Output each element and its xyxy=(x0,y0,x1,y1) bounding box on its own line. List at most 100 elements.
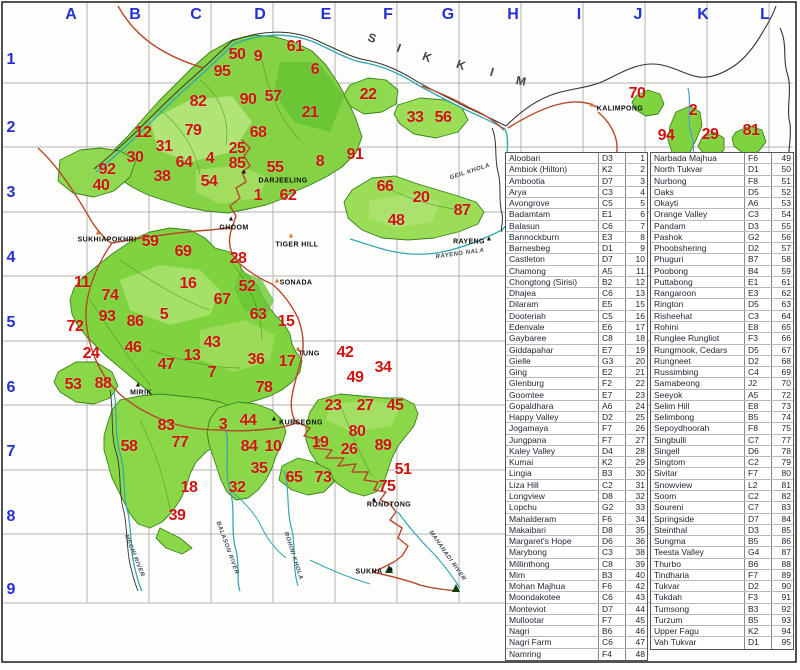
estate-name: Barnesbeg xyxy=(506,243,599,253)
estate-name: Lingia xyxy=(506,468,599,478)
estate-number-ref: 38 xyxy=(626,547,647,557)
estate-grid-ref: E7 xyxy=(599,345,626,355)
estate-name: Ambiok (Hilton) xyxy=(506,164,599,174)
estate-number-ref: 75 xyxy=(772,423,793,433)
estate-grid-ref: D2 xyxy=(745,243,772,253)
estate-name: Rungneet xyxy=(651,356,745,366)
estate-name: Tukdah xyxy=(651,592,745,602)
estate-grid-ref: E5 xyxy=(599,299,626,309)
estate-name: Makaibari xyxy=(506,525,599,535)
estate-name: Dilaram xyxy=(506,299,599,309)
estate-grid-ref: K2 xyxy=(745,626,772,636)
legend-row: Upper FaguK294 xyxy=(651,626,793,637)
estate-number-ref: 53 xyxy=(772,198,793,208)
estate-grid-ref: F8 xyxy=(745,176,772,186)
legend-row: BadamtamE16 xyxy=(506,209,647,220)
estate-number-ref: 39 xyxy=(626,559,647,569)
legend-row: BarnesbegD19 xyxy=(506,243,647,254)
estate-grid-ref: D8 xyxy=(599,491,626,501)
estate-name: Phoobshering xyxy=(651,243,745,253)
estate-name: Longview xyxy=(506,491,599,501)
estate-grid-ref: A6 xyxy=(745,198,772,208)
estate-grid-ref: C6 xyxy=(599,221,626,231)
estate-name: Seeyok xyxy=(651,390,745,400)
estate-grid-ref: F3 xyxy=(745,333,772,343)
estate-number-ref: 18 xyxy=(626,333,647,343)
estate-name: Jungpana xyxy=(506,435,599,445)
legend-row: DhajeaC613 xyxy=(506,288,647,299)
estate-grid-ref: J2 xyxy=(745,378,772,388)
estate-name: Edenvale xyxy=(506,322,599,332)
estate-number-ref: 69 xyxy=(772,367,793,377)
estate-name: Aloobari xyxy=(506,153,599,163)
legend-row: SamabeongJ270 xyxy=(651,378,793,389)
estate-grid-ref: B3 xyxy=(599,570,626,580)
estate-name: Giddapahar xyxy=(506,345,599,355)
estate-grid-ref: G4 xyxy=(745,547,772,557)
estate-number-ref: 45 xyxy=(626,615,647,625)
estate-name: Balasun xyxy=(506,221,599,231)
estate-grid-ref: L2 xyxy=(745,480,772,490)
estate-number-ref: 84 xyxy=(772,514,793,524)
legend-row: JogamayaF726 xyxy=(506,423,647,434)
legend-row: SnowviewL281 xyxy=(651,480,793,491)
estate-grid-ref: G3 xyxy=(599,356,626,366)
estate-name: Turzum xyxy=(651,615,745,625)
estate-grid-ref: D2 xyxy=(599,412,626,422)
estate-grid-ref: D3 xyxy=(745,221,772,231)
legend-row: SoomC282 xyxy=(651,491,793,502)
estate-number-ref: 83 xyxy=(772,502,793,512)
estate-name: Gielle xyxy=(506,356,599,366)
legend-row: RingtonD563 xyxy=(651,299,793,310)
legend-row: SungmaB586 xyxy=(651,536,793,547)
estate-name: Poobong xyxy=(651,266,745,276)
estate-grid-ref: D1 xyxy=(745,164,772,174)
estate-grid-ref: D5 xyxy=(745,187,772,197)
estate-number-ref: 68 xyxy=(772,356,793,366)
estate-number-ref: 26 xyxy=(626,423,647,433)
legend-row: JungpanaF727 xyxy=(506,435,647,446)
estate-number-ref: 8 xyxy=(626,232,647,242)
estate-name: Tumsong xyxy=(651,604,745,614)
estate-number-ref: 82 xyxy=(772,491,793,501)
legend-row: PhoobsheringD257 xyxy=(651,243,793,254)
legend-row: PandamD355 xyxy=(651,221,793,232)
estate-name: Thurbo xyxy=(651,559,745,569)
legend-row: SteinthalD385 xyxy=(651,525,793,536)
estate-name: Gaybaree xyxy=(506,333,599,343)
estate-name: Orange Valley xyxy=(651,209,745,219)
darjeeling-tea-estates-map: ABCDEFGHIJKL1234567891234567891011121315… xyxy=(0,0,800,670)
legend-row: TukdahF391 xyxy=(651,592,793,603)
estate-number-ref: 63 xyxy=(772,299,793,309)
estate-grid-ref: D3 xyxy=(599,153,626,163)
legend-row: RungneetD268 xyxy=(651,356,793,367)
estate-name: Pandam xyxy=(651,221,745,231)
estate-grid-ref: C8 xyxy=(599,333,626,343)
estate-grid-ref: F3 xyxy=(745,592,772,602)
estate-number-ref: 42 xyxy=(626,581,647,591)
estate-number-ref: 36 xyxy=(626,536,647,546)
estate-number-ref: 35 xyxy=(626,525,647,535)
estate-number-ref: 11 xyxy=(626,266,647,276)
estate-name: Mohan Majhua xyxy=(506,581,599,591)
estate-grid-ref: C3 xyxy=(599,187,626,197)
estate-grid-ref: F7 xyxy=(745,570,772,580)
estate-grid-ref: E3 xyxy=(599,232,626,242)
estate-number-ref: 22 xyxy=(626,378,647,388)
estate-name: Singtom xyxy=(651,457,745,467)
legend-row: GaybareeC818 xyxy=(506,333,647,344)
estate-grid-ref: E1 xyxy=(745,277,772,287)
estate-name: Gopaldhara xyxy=(506,401,599,411)
estate-name: Upper Fagu xyxy=(651,626,745,636)
estate-number-ref: 20 xyxy=(626,356,647,366)
estate-name: Chongtong (Sirisi) xyxy=(506,277,599,287)
estate-name: Rangaroon xyxy=(651,288,745,298)
estate-name: Oaks xyxy=(651,187,745,197)
legend-row: DilaramE515 xyxy=(506,299,647,310)
legend-row: BalasunC67 xyxy=(506,221,647,232)
estate-name: Soureni xyxy=(651,502,745,512)
legend-row: GoomteeE723 xyxy=(506,390,647,401)
legend-row: AmbootiaD73 xyxy=(506,176,647,187)
estate-name: Risheehat xyxy=(651,311,745,321)
estate-grid-ref: D3 xyxy=(745,525,772,535)
